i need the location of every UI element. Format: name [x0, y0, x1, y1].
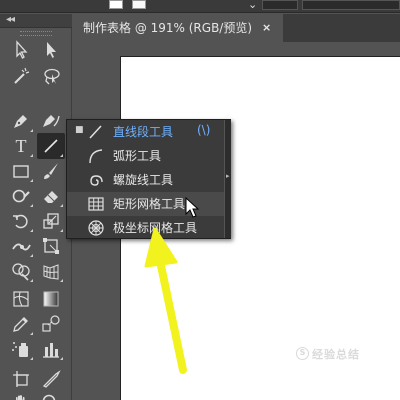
document-tab-title: 制作表格 @ 191% (RGB/预览): [83, 21, 253, 35]
rectangular-grid-icon: [88, 197, 104, 211]
hand-tool[interactable]: [7, 390, 35, 400]
watermark: S 经验总结: [296, 346, 382, 361]
polar-grid-icon: [88, 220, 104, 236]
type-icon: T: [15, 135, 27, 156]
eyedropper-icon: [13, 317, 28, 332]
tools-panel-header: ◂◂: [0, 14, 72, 28]
mesh-tool[interactable]: [7, 286, 35, 312]
direct-selection-tool[interactable]: [37, 37, 65, 63]
free-transform-icon: [43, 238, 59, 254]
magic-wand-icon: [14, 67, 30, 84]
shape-builder-icon: [12, 263, 30, 281]
stroke-color-swatch[interactable]: [109, 0, 123, 9]
menu-item-shortcut: (\): [197, 123, 211, 137]
zoom-icon: [42, 394, 56, 400]
line-tools-flyout: ■ 直线段工具 (\) 弧形工具 螺旋线工具 矩形网格工具 极坐标网格工具 ▸: [66, 119, 231, 239]
line-segment-icon: [44, 139, 58, 153]
type-tool[interactable]: T: [7, 133, 35, 159]
paintbrush-icon: [44, 163, 58, 179]
symbol-sprayer-icon: [12, 342, 28, 357]
slice-icon: [42, 370, 61, 388]
perspective-grid-icon: [43, 264, 59, 280]
perspective-grid-tool[interactable]: [37, 258, 65, 284]
menu-item-label: 矩形网格工具: [113, 197, 186, 211]
close-icon[interactable]: ×: [262, 14, 271, 42]
search-icon: S: [296, 347, 309, 360]
width-tool[interactable]: [7, 233, 35, 259]
lasso-icon: [44, 68, 60, 85]
rectangle-icon: [13, 165, 29, 178]
document-tab-bar: 制作表格 @ 191% (RGB/预览) ×: [73, 14, 400, 42]
curvature-tool[interactable]: [37, 108, 65, 134]
symbol-sprayer-tool[interactable]: [7, 336, 35, 362]
selection-arrow-icon: [16, 40, 28, 59]
line-segment-tool[interactable]: [37, 133, 65, 159]
menu-item-label: 直线段工具: [113, 125, 174, 139]
chevron-down-icon[interactable]: ⌄: [248, 0, 257, 11]
menu-item-label: 弧形工具: [113, 149, 162, 163]
flyout-tearoff-button[interactable]: ▸: [224, 120, 231, 238]
mesh-icon: [13, 291, 29, 307]
control-bar: ⌄: [0, 0, 400, 13]
paintbrush-tool[interactable]: [37, 158, 65, 184]
shaper-tool[interactable]: [7, 183, 35, 209]
gradient-icon: [43, 291, 59, 307]
eraser-icon: [44, 191, 58, 203]
curvature-pen-icon: [43, 115, 60, 127]
direct-selection-arrow-icon: [47, 42, 56, 58]
eraser-tool[interactable]: [37, 183, 65, 209]
arc-icon: [89, 149, 103, 164]
rectangle-tool[interactable]: [7, 158, 35, 184]
menu-item-line-segment-tool[interactable]: ■ 直线段工具 (\): [67, 120, 224, 144]
column-graph-tool[interactable]: [37, 336, 65, 362]
scale-tool[interactable]: [37, 208, 65, 234]
panel-grip[interactable]: [20, 31, 52, 36]
pen-tool[interactable]: [7, 108, 35, 134]
tools-panel: ◂◂ T: [0, 14, 72, 400]
document-tab[interactable]: 制作表格 @ 191% (RGB/预览) ×: [73, 14, 283, 42]
width-icon: [12, 243, 31, 251]
hand-icon: [16, 395, 25, 400]
blend-icon: [42, 315, 60, 332]
menu-item-arc-tool[interactable]: 弧形工具: [67, 144, 224, 168]
rotate-tool[interactable]: [7, 208, 35, 234]
shape-builder-tool[interactable]: [7, 258, 35, 284]
artboard-icon: [13, 371, 29, 387]
lasso-tool[interactable]: [37, 63, 65, 89]
menu-item-rectangular-grid-tool[interactable]: 矩形网格工具: [67, 192, 224, 216]
selection-tool[interactable]: [7, 37, 35, 63]
eyedropper-tool[interactable]: [7, 311, 35, 337]
line-segment-icon: [89, 125, 102, 139]
menu-item-label: 螺旋线工具: [113, 173, 174, 187]
scale-icon: [43, 213, 59, 229]
menu-item-label: 极坐标网格工具: [113, 221, 198, 235]
menu-item-polar-grid-tool[interactable]: 极坐标网格工具: [67, 216, 224, 240]
pen-icon: [14, 115, 27, 128]
triangle-right-icon: ▸: [226, 172, 230, 180]
menu-item-spiral-tool[interactable]: 螺旋线工具: [67, 168, 224, 192]
zoom-tool[interactable]: [37, 390, 65, 400]
artboard-tool[interactable]: [7, 366, 35, 392]
spiral-icon: [90, 175, 103, 186]
free-transform-tool[interactable]: [37, 233, 65, 259]
magic-wand-tool[interactable]: [7, 63, 35, 89]
selected-marker: ■: [75, 125, 84, 135]
fill-color-swatch[interactable]: [132, 0, 146, 9]
column-graph-icon: [43, 343, 59, 358]
shaper-icon: [12, 189, 30, 203]
rotate-icon: [13, 214, 28, 229]
gradient-tool[interactable]: [37, 286, 65, 312]
stroke-weight-field[interactable]: [262, 0, 298, 10]
collapse-panel-icon[interactable]: ◂◂: [6, 14, 15, 25]
blend-tool[interactable]: [37, 311, 65, 337]
slice-tool[interactable]: [37, 366, 65, 392]
variable-width-dropdown[interactable]: [302, 0, 400, 10]
